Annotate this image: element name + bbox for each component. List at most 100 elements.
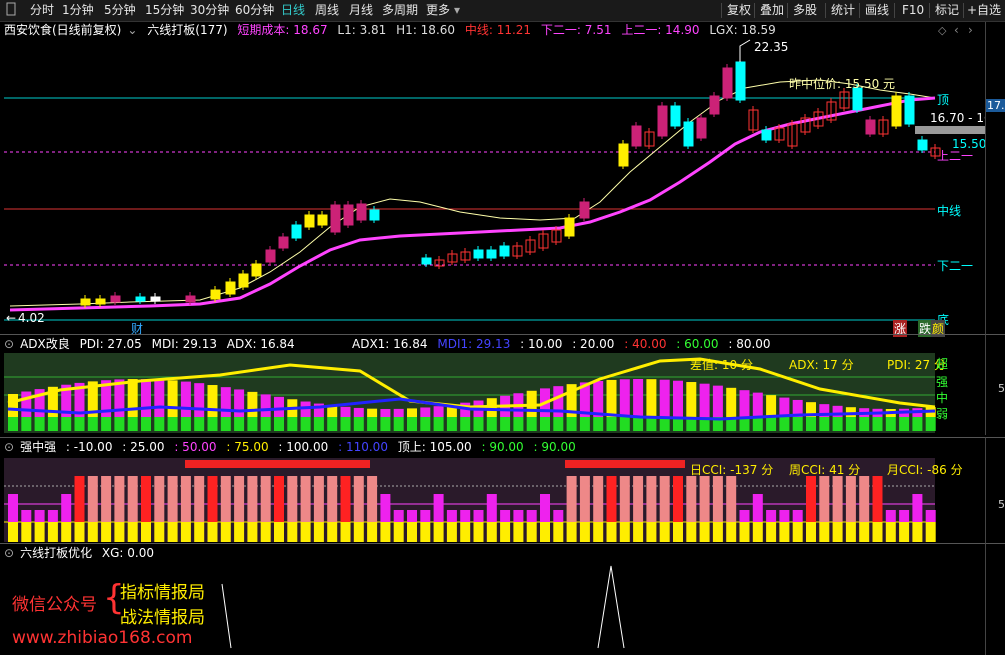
cci-base-bar-69 xyxy=(925,522,936,542)
cci-bar-33 xyxy=(446,510,457,522)
adx-title[interactable]: ADX改良 xyxy=(20,337,70,351)
cci-base-bar-49 xyxy=(659,522,670,542)
main-chart-panel[interactable]: 西安饮食(日线前复权) ⌄ 六线打板(177) 短期成本: 18.67 L1: 3… xyxy=(0,22,1003,337)
xg-title[interactable]: 六线打板优化 xyxy=(20,546,92,560)
adx-bar-48 xyxy=(646,379,657,417)
cci-base-bar-16 xyxy=(220,522,231,542)
cci-bar-17 xyxy=(234,476,245,522)
header-nav-right-icon[interactable]: › xyxy=(968,23,973,37)
adx-collapse-icon[interactable]: ⊙ xyxy=(4,337,14,351)
cci-base-bar-1 xyxy=(21,522,32,542)
adx-green-bar-56 xyxy=(752,417,763,431)
header-nav-left-icon[interactable]: ‹ xyxy=(954,23,959,37)
cci-base-bar-19 xyxy=(260,522,271,542)
indicator-name[interactable]: 六线打板(177) xyxy=(147,23,227,37)
period-tab-weekly[interactable]: 周线 xyxy=(313,2,341,18)
adx-value2-0: ADX1: 16.84 xyxy=(352,337,428,351)
adx-bar-49 xyxy=(659,379,670,417)
cci-base-bar-48 xyxy=(646,522,657,542)
cci-annot-day: 日CCI: -137 分 xyxy=(690,463,774,477)
adx-bar-0 xyxy=(8,394,18,417)
adx-green-bar-47 xyxy=(633,417,644,431)
cci-value-5: : 110.00 xyxy=(338,440,388,454)
adx-bar-10 xyxy=(141,379,151,417)
cci-bar-36 xyxy=(486,494,497,522)
level-label-shang: 上二一 xyxy=(937,149,974,163)
tongji-button[interactable]: 统计 xyxy=(829,2,857,18)
stock-title[interactable]: 西安饮食(日线前复权) xyxy=(4,23,121,37)
huaxian-button[interactable]: 画线 xyxy=(863,2,891,18)
cci-bar-4 xyxy=(61,494,72,522)
period-tab-fenshi[interactable]: 分时 xyxy=(28,2,56,18)
period-tab-daily[interactable]: 日线 xyxy=(279,2,307,18)
cci-base-bar-30 xyxy=(407,522,417,542)
adx-header-2: ADX1: 16.84 MDI1: 29.13 : 10.00 : 20.00 … xyxy=(352,336,777,352)
period-tab-more[interactable]: 更多 xyxy=(424,2,452,18)
adx-panel[interactable]: ⊙ ADX改良 PDI: 27.05 MDI: 29.13 ADX: 16.84 … xyxy=(0,334,985,435)
toolbar-menu-icon[interactable] xyxy=(4,2,20,18)
cci-base-bar-13 xyxy=(180,522,191,542)
legend-item-6: LGX: 18.59 xyxy=(709,23,776,37)
cci-panel[interactable]: ⊙ 强中强 : -10.00 : 25.00 : 50.00 : 75.00 : … xyxy=(0,437,985,544)
period-tab-30min[interactable]: 30分钟 xyxy=(188,2,231,18)
biaoji-button[interactable]: 标记 xyxy=(933,2,961,18)
adx-value2-3: : 20.00 xyxy=(572,337,615,351)
high-pointer xyxy=(739,39,751,62)
xg-panel[interactable]: ⊙ 六线打板优化 XG: 0.00 微信公众号 { 指标情报局 战法情报局 www… xyxy=(0,543,985,655)
cci-base-bar-35 xyxy=(473,522,484,542)
add-watchlist-button[interactable]: +自选 xyxy=(965,2,1003,18)
adx-bar-26 xyxy=(353,407,364,417)
xg-axis xyxy=(985,543,1005,655)
indicator-dropdown-icon[interactable]: ⌄ xyxy=(127,23,137,37)
cci-bar-61 xyxy=(819,476,830,522)
period-tab-monthly[interactable]: 月线 xyxy=(347,2,375,18)
cci-bar-28 xyxy=(380,494,391,522)
cci-bar-37 xyxy=(500,510,511,522)
period-tab-60min[interactable]: 60分钟 xyxy=(233,2,276,18)
header-nav-diamond-icon[interactable]: ◇ xyxy=(938,24,946,37)
cci-bar-18 xyxy=(247,476,258,522)
cci-base-bar-32 xyxy=(433,522,444,542)
cci-base-bar-59 xyxy=(792,522,803,542)
period-tab-multi[interactable]: 多周期 xyxy=(380,2,420,18)
adx-bar-31 xyxy=(420,407,431,417)
cci-bar-50 xyxy=(673,476,683,522)
duogu-button[interactable]: 多股 xyxy=(791,2,819,18)
candlestick-chart[interactable] xyxy=(0,22,985,334)
cci-bar-59 xyxy=(792,510,803,522)
more-dropdown-icon[interactable]: ▾ xyxy=(452,2,462,18)
cci-base-bar-62 xyxy=(832,522,843,542)
cci-base-bar-29 xyxy=(393,522,404,542)
adx-value-0: PDI: 27.05 xyxy=(79,337,142,351)
adx-green-bar-6 xyxy=(87,417,98,431)
adx-annot-diff: 差值: 10 分 xyxy=(690,358,753,372)
adx-value2-6: : 80.00 xyxy=(728,337,771,351)
adx-bar-63 xyxy=(845,407,856,417)
cci-bar-39 xyxy=(526,510,537,522)
adx-bar-11 xyxy=(154,379,165,417)
cci-base-bar-64 xyxy=(859,522,870,542)
cci-base-bar-68 xyxy=(912,522,923,542)
adx-green-bar-10 xyxy=(141,417,151,431)
adx-green-bar-30 xyxy=(407,417,417,431)
period-tab-1min[interactable]: 1分钟 xyxy=(60,2,96,18)
adx-value2-2: : 10.00 xyxy=(520,337,563,351)
cci-bar-62 xyxy=(832,476,843,522)
f10-button[interactable]: F10 xyxy=(900,2,926,18)
cci-base-bar-34 xyxy=(460,522,471,542)
cci-bar-68 xyxy=(912,494,923,522)
cci-bar-23 xyxy=(313,476,324,522)
cci-title[interactable]: 强中强 xyxy=(20,440,56,454)
fuquan-button[interactable]: 复权 xyxy=(725,2,753,18)
adx-green-bar-1 xyxy=(21,417,32,431)
cci-base-bar-14 xyxy=(194,522,205,542)
period-tab-5min[interactable]: 5分钟 xyxy=(102,2,138,18)
adx-green-bar-67 xyxy=(899,417,910,431)
cci-collapse-icon[interactable]: ⊙ xyxy=(4,440,14,454)
period-tab-15min[interactable]: 15分钟 xyxy=(143,2,186,18)
diejia-button[interactable]: 叠加 xyxy=(758,2,786,18)
adx-green-bar-28 xyxy=(380,417,391,431)
adx-green-bar-9 xyxy=(127,417,138,431)
xg-collapse-icon[interactable]: ⊙ xyxy=(4,546,14,560)
cci-base-bar-26 xyxy=(353,522,364,542)
